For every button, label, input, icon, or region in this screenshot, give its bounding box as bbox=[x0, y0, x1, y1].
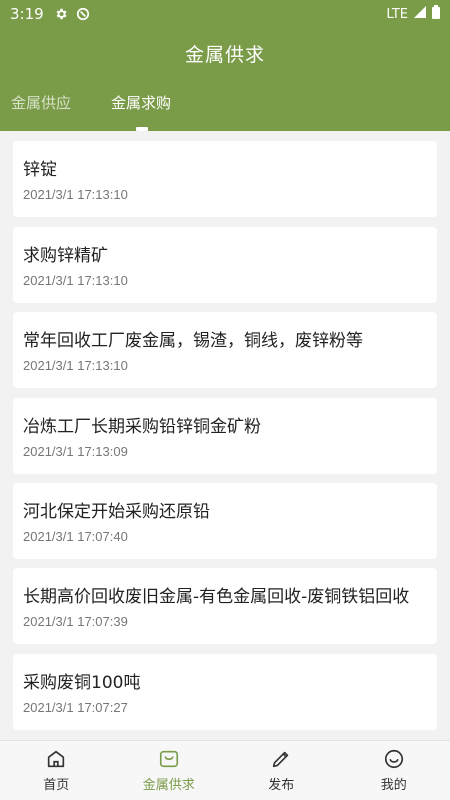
page-title: 金属供求 bbox=[184, 44, 265, 66]
tab-metal-supply[interactable]: 金属供应 bbox=[11, 92, 71, 113]
item-time: 2021/3/1 17:13:10 bbox=[23, 273, 128, 288]
tab-bar: 金属供应 金属求购 bbox=[0, 92, 450, 131]
nav-metal-market-label: 金属供求 bbox=[142, 778, 195, 793]
item-title: 河北保定开始采购还原铅 bbox=[23, 502, 210, 522]
tab-metal-purchase[interactable]: 金属求购 bbox=[111, 92, 171, 113]
bottom-navigation: 首页 金属供求 发布 我的 bbox=[0, 740, 450, 800]
smile-icon bbox=[384, 749, 403, 769]
nav-home[interactable]: 首页 bbox=[0, 741, 113, 800]
status-bar: 3:19 LTE bbox=[0, 0, 450, 28]
nav-home-label: 首页 bbox=[43, 778, 70, 793]
sync-icon bbox=[76, 7, 90, 21]
item-title: 长期高价回收废旧金属-有色金属回收-废铜铁铝回收 bbox=[23, 587, 410, 607]
app-header: 3:19 LTE 金属供求 金属供应 金属求购 bbox=[0, 0, 450, 131]
item-time: 2021/3/1 17:13:10 bbox=[23, 187, 128, 202]
list-item[interactable]: 采购废铜100吨 2021/3/1 17:07:27 bbox=[13, 654, 437, 730]
item-time: 2021/3/1 17:07:27 bbox=[23, 700, 128, 715]
item-time: 2021/3/1 17:13:09 bbox=[23, 444, 128, 459]
list-item[interactable]: 求购锌精矿 2021/3/1 17:13:10 bbox=[13, 227, 437, 303]
item-time: 2021/3/1 17:13:10 bbox=[23, 358, 128, 373]
list-item[interactable]: 长期高价回收废旧金属-有色金属回收-废铜铁铝回收 2021/3/1 17:07:… bbox=[13, 568, 437, 644]
battery-icon bbox=[432, 5, 440, 23]
item-title: 求购锌精矿 bbox=[23, 246, 108, 266]
nav-mine-label: 我的 bbox=[380, 778, 407, 793]
nav-metal-market[interactable]: 金属供求 bbox=[113, 741, 226, 800]
nav-publish-label: 发布 bbox=[268, 778, 295, 793]
signal-icon bbox=[414, 6, 426, 22]
list-item[interactable]: 锌锭 2021/3/1 17:13:10 bbox=[13, 141, 437, 217]
item-time: 2021/3/1 17:07:39 bbox=[23, 614, 128, 629]
item-title: 冶炼工厂长期采购铅锌铜金矿粉 bbox=[23, 417, 261, 437]
gear-icon bbox=[54, 7, 68, 21]
pencil-icon bbox=[273, 751, 289, 768]
nav-mine[interactable]: 我的 bbox=[338, 741, 450, 800]
home-icon bbox=[48, 750, 65, 768]
nav-publish[interactable]: 发布 bbox=[225, 741, 338, 800]
purchase-list[interactable]: 锌锭 2021/3/1 17:13:10 求购锌精矿 2021/3/1 17:1… bbox=[0, 141, 450, 739]
status-time: 3:19 bbox=[10, 5, 44, 23]
item-time: 2021/3/1 17:07:40 bbox=[23, 529, 128, 544]
network-type: LTE bbox=[386, 6, 408, 22]
list-item[interactable]: 常年回收工厂废金属，锡渣，铜线，废锌粉等 2021/3/1 17:13:10 bbox=[13, 312, 437, 388]
item-title: 采购废铜100吨 bbox=[23, 673, 141, 693]
list-item[interactable]: 冶炼工厂长期采购铅锌铜金矿粉 2021/3/1 17:13:09 bbox=[13, 398, 437, 474]
tab-indicator bbox=[136, 127, 148, 131]
list-item[interactable]: 河北保定开始采购还原铅 2021/3/1 17:07:40 bbox=[13, 483, 437, 559]
bag-icon bbox=[159, 750, 178, 768]
item-title: 常年回收工厂废金属，锡渣，铜线，废锌粉等 bbox=[23, 331, 363, 351]
item-title: 锌锭 bbox=[23, 160, 57, 180]
